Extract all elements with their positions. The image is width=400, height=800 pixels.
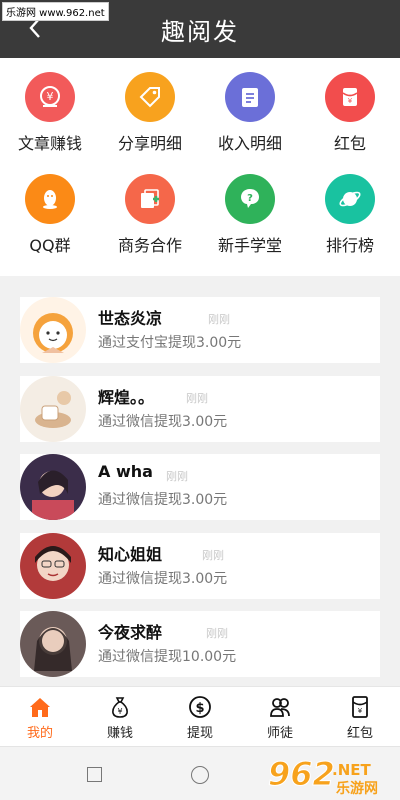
avatar — [20, 297, 86, 363]
tab-label: 红包 — [346, 726, 373, 741]
app-screen: 趣阅发 乐游网 www.962.net ¥ 文章赚钱 分享明细 收入明细 ¥ 红… — [0, 0, 400, 800]
svg-text:¥: ¥ — [117, 707, 122, 716]
bottom-tab-bar: 我的 ¥ 赚钱 $ 提现 师徒 ¥ 红包 — [0, 686, 400, 746]
tab-label: 赚钱 — [106, 726, 133, 741]
user-name: 世态炎凉 — [98, 309, 163, 328]
timestamp: 刚刚 — [186, 392, 208, 405]
red-envelope-icon: ¥ — [352, 696, 368, 718]
home-icon — [30, 698, 50, 717]
svg-text:¥: ¥ — [47, 90, 54, 103]
red-envelope-icon: ¥ — [325, 72, 375, 122]
list-item[interactable]: 今夜求醉 刚刚 通过微信提现10.00元 — [20, 611, 380, 677]
clipboard-icon — [225, 72, 275, 122]
recent-apps-button[interactable] — [87, 767, 102, 782]
grid-item-business[interactable]: 商务合作 — [100, 160, 200, 260]
svg-text:¥: ¥ — [348, 97, 353, 105]
list-item[interactable]: 知心姐姐 刚刚 通过微信提现3.00元 — [20, 533, 380, 599]
timestamp: 刚刚 — [206, 627, 228, 640]
svg-text:?: ? — [247, 193, 253, 204]
grid-item-ranking[interactable]: 排行榜 — [300, 160, 400, 260]
business-icon — [125, 174, 175, 224]
grid-item-label: 商务合作 — [117, 236, 182, 255]
tab-earn[interactable]: ¥ 赚钱 — [80, 687, 160, 747]
list-item[interactable]: 世态炎凉 刚刚 通过支付宝提现3.00元 — [20, 297, 380, 363]
site-logo: 962 .NET 乐游网 — [268, 755, 379, 798]
list-item[interactable]: 辉煌。。 刚刚 通过微信提现3.00元 — [20, 376, 380, 442]
withdraw-desc: 通过支付宝提现3.00元 — [98, 335, 242, 351]
grid-item-red-packet[interactable]: ¥ 红包 — [300, 58, 400, 158]
logo-suffix: .NET — [332, 761, 371, 779]
tab-mentor[interactable]: 师徒 — [240, 687, 320, 747]
user-name: A wha — [98, 462, 153, 481]
grid-item-newbie-school[interactable]: ? 新手学堂 — [200, 160, 300, 260]
tab-label: 我的 — [26, 726, 53, 741]
svg-text:¥: ¥ — [358, 707, 363, 715]
withdraw-desc: 通过微信提现3.00元 — [98, 492, 228, 508]
avatar — [20, 376, 86, 442]
timestamp: 刚刚 — [202, 549, 224, 562]
withdraw-desc: 通过微信提现3.00元 — [98, 571, 228, 587]
withdraw-desc: 通过微信提现10.00元 — [98, 649, 237, 665]
logo-number: 962 — [268, 755, 335, 793]
grid-item-income-detail[interactable]: 收入明细 — [200, 58, 300, 158]
avatar — [20, 611, 86, 677]
grid-item-label: 排行榜 — [325, 236, 374, 255]
dollar-icon: $ — [189, 696, 211, 718]
home-button[interactable] — [191, 766, 209, 784]
money-icon: ¥ — [25, 72, 75, 122]
planet-icon — [325, 174, 375, 224]
timestamp: 刚刚 — [208, 313, 230, 326]
user-name: 辉煌。。 — [98, 388, 155, 407]
list-item[interactable]: A wha 刚刚 通过微信提现3.00元 — [20, 454, 380, 520]
tab-red-packet[interactable]: ¥ 红包 — [320, 687, 400, 747]
tag-icon — [125, 72, 175, 122]
avatar — [20, 454, 86, 520]
people-icon — [270, 698, 290, 717]
tab-label: 提现 — [186, 726, 213, 741]
tab-withdraw[interactable]: $ 提现 — [160, 687, 240, 747]
grid-item-label: 收入明细 — [217, 134, 282, 153]
grid-item-qq-group[interactable]: QQ群 — [0, 160, 100, 260]
tab-label: 师徒 — [266, 726, 293, 741]
svg-text:$: $ — [195, 701, 204, 716]
logo-subtitle: 乐游网 — [336, 780, 378, 797]
grid-item-label: 文章赚钱 — [17, 134, 82, 153]
header-bar: 趣阅发 乐游网 www.962.net — [0, 0, 400, 58]
grid-item-label: QQ群 — [29, 236, 71, 255]
user-name: 今夜求醉 — [98, 623, 163, 642]
withdrawal-list: 世态炎凉 刚刚 通过支付宝提现3.00元 辉煌。。 刚刚 通过微信提现3.00元… — [0, 276, 400, 686]
question-icon: ? — [225, 174, 275, 224]
grid-item-share-detail[interactable]: 分享明细 — [100, 58, 200, 158]
avatar — [20, 533, 86, 599]
withdraw-desc: 通过微信提现3.00元 — [98, 414, 228, 430]
grid-item-label: 红包 — [333, 134, 366, 153]
grid-item-label: 新手学堂 — [217, 236, 282, 255]
tab-mine[interactable]: 我的 — [0, 687, 80, 747]
system-nav-bar: 962 .NET 乐游网 — [0, 746, 400, 800]
timestamp: 刚刚 — [166, 470, 188, 483]
user-name: 知心姐姐 — [98, 545, 163, 564]
qq-icon — [25, 174, 75, 224]
site-watermark: 乐游网 www.962.net — [2, 2, 109, 21]
feature-grid: ¥ 文章赚钱 分享明细 收入明细 ¥ 红包 QQ群 商务合作 ? 新手学堂 排行… — [0, 58, 400, 276]
grid-item-article-earn[interactable]: ¥ 文章赚钱 — [0, 58, 100, 158]
money-bag-icon: ¥ — [112, 697, 128, 718]
grid-item-label: 分享明细 — [117, 134, 182, 153]
